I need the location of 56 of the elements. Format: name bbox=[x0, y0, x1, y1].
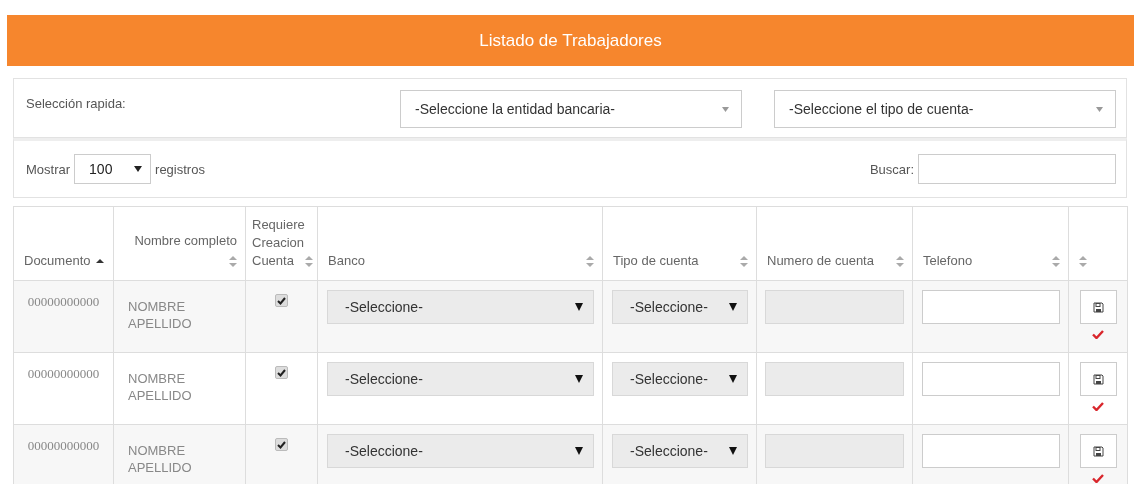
column-header[interactable]: Nombre completo bbox=[134, 232, 237, 250]
caret-icon bbox=[729, 447, 737, 455]
table-cell-text: 00000000000 bbox=[26, 366, 101, 382]
quick-select-label: Selección rapida: bbox=[26, 96, 126, 111]
save-icon bbox=[1092, 373, 1104, 385]
table-cell-text: NOMBRE APELLIDO bbox=[128, 442, 193, 476]
phone-field[interactable] bbox=[922, 362, 1060, 396]
column-header[interactable]: Tipo de cuenta bbox=[613, 252, 699, 270]
account-type-dropdown[interactable]: -Seleccione el tipo de cuenta- bbox=[774, 90, 1116, 128]
search-label: Buscar: bbox=[869, 161, 914, 177]
column-header[interactable]: Telefono bbox=[923, 252, 973, 270]
sort-icon[interactable] bbox=[305, 256, 313, 267]
caret-icon bbox=[729, 303, 737, 311]
save-button[interactable] bbox=[1079, 362, 1117, 396]
caret-icon bbox=[575, 447, 583, 455]
phone-field[interactable] bbox=[922, 290, 1060, 324]
caret-icon bbox=[575, 303, 583, 311]
search-field[interactable] bbox=[918, 154, 1116, 184]
save-icon bbox=[1092, 445, 1104, 457]
bank-select[interactable]: -Seleccione- bbox=[327, 362, 594, 396]
sort-icon[interactable] bbox=[229, 256, 237, 267]
show-label: Mostrar bbox=[26, 161, 71, 177]
account-type-select[interactable]: -Seleccione- bbox=[612, 362, 748, 396]
caret-icon bbox=[575, 375, 583, 383]
bank-select[interactable]: -Seleccione- bbox=[327, 290, 594, 324]
column-header[interactable]: Banco bbox=[328, 252, 365, 270]
table-cell-text: 00000000000 bbox=[26, 438, 101, 454]
page-title: Listado de Trabajadores bbox=[479, 30, 662, 51]
checkbox[interactable] bbox=[275, 366, 288, 379]
sort-icon[interactable] bbox=[740, 256, 748, 267]
checkbox[interactable] bbox=[275, 438, 288, 451]
sort-icon[interactable] bbox=[1052, 256, 1060, 267]
table-cell-text: 00000000000 bbox=[26, 294, 101, 310]
bank-select[interactable]: -Seleccione- bbox=[327, 434, 594, 468]
records-label: registros bbox=[155, 161, 205, 177]
caret-icon bbox=[722, 106, 729, 112]
table-cell-text: NOMBRE APELLIDO bbox=[128, 370, 193, 404]
caret-icon bbox=[134, 166, 143, 172]
account-type-select[interactable]: -Seleccione- bbox=[612, 434, 748, 468]
sort-icon[interactable] bbox=[1079, 256, 1087, 267]
table-cell-text: NOMBRE APELLIDO bbox=[128, 298, 193, 332]
checkbox[interactable] bbox=[275, 294, 288, 307]
column-header[interactable]: Documento bbox=[24, 252, 91, 270]
save-button[interactable] bbox=[1079, 290, 1117, 324]
column-header[interactable]: Numero de cuenta bbox=[767, 252, 874, 270]
caret-icon bbox=[729, 375, 737, 383]
account-type-select[interactable]: -Seleccione- bbox=[612, 290, 748, 324]
phone-field[interactable] bbox=[922, 434, 1060, 468]
page-size-dropdown[interactable]: 100 bbox=[74, 154, 152, 184]
sort-icon[interactable] bbox=[896, 256, 904, 267]
save-button[interactable] bbox=[1079, 434, 1117, 468]
sort-ascending-icon[interactable] bbox=[96, 258, 105, 264]
sort-icon[interactable] bbox=[586, 256, 594, 267]
caret-icon bbox=[1096, 106, 1103, 112]
bank-dropdown[interactable]: -Seleccione la entidad bancaria- bbox=[400, 90, 742, 128]
save-icon bbox=[1092, 301, 1104, 313]
